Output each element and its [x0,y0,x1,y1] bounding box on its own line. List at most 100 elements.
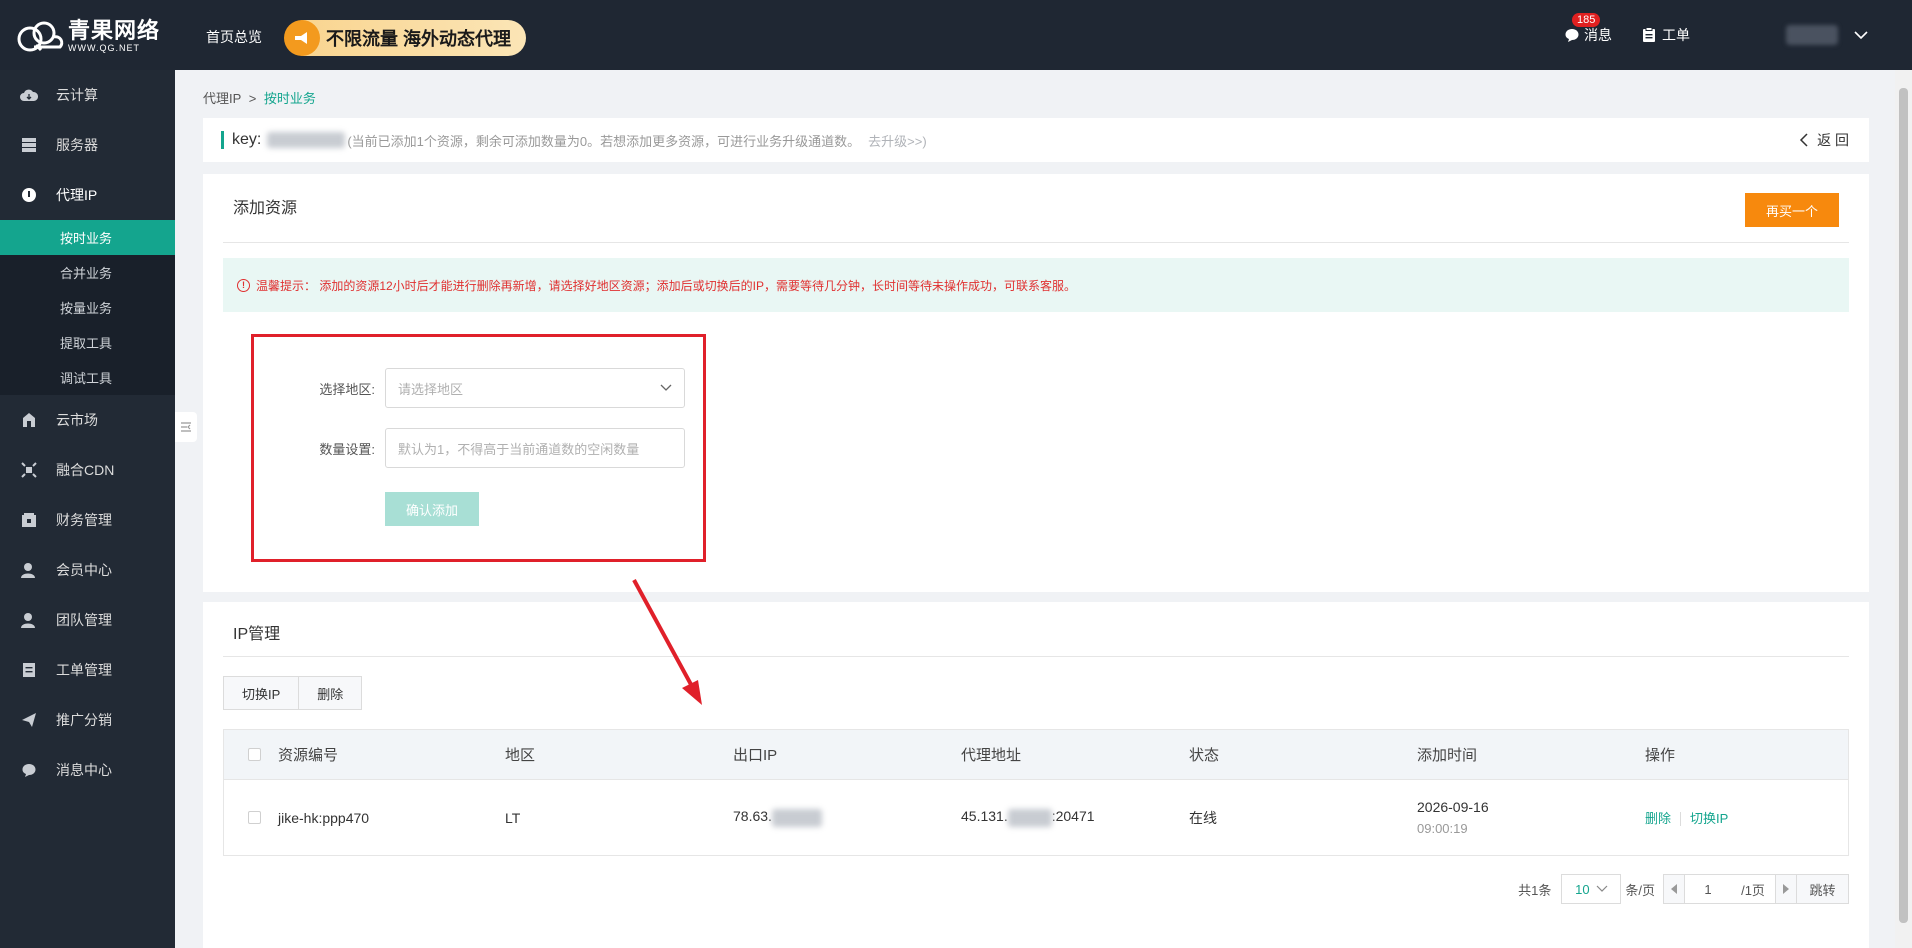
ip-actions: 切换IP 删除 [223,676,363,710]
brand-logo[interactable]: 青果网络 WWW.QG.NET [14,18,160,54]
cell-status: 在线 [1189,809,1217,826]
proxy-port: :20471 [1051,808,1095,825]
row-checkbox[interactable] [248,811,261,824]
sidebar-item-market[interactable]: 云市场 [0,395,175,445]
exit-ip-redacted [771,808,822,827]
chat-icon [20,761,38,779]
cell-region: LT [505,809,521,826]
upgrade-link[interactable]: 去升级>>) [868,131,927,150]
proxy-redacted [1007,808,1052,827]
page-scrollbar[interactable] [1895,70,1912,948]
proxy-icon [20,186,38,204]
member-icon [20,561,38,579]
key-label: key: [232,131,262,148]
breadcrumb-separator: > [248,91,257,106]
cell-id: jike-hk:ppp470 [278,809,370,826]
chevron-down-icon[interactable] [1854,28,1868,42]
buy-again-button[interactable]: 再买一个 [1745,193,1839,227]
promo-banner[interactable]: 不限流量 海外动态代理 [284,20,526,56]
proxy-prefix: 45.131. [961,808,1008,825]
region-placeholder: 请选择地区 [398,381,464,397]
breadcrumb-current: 按时业务 [263,91,316,106]
back-label: 返 回 [1817,132,1849,148]
user-name-redacted[interactable] [1786,25,1838,45]
confirm-add-button[interactable]: 确认添加 [385,492,479,526]
page-number-input[interactable]: 1 [1685,874,1731,904]
back-button[interactable]: 返 回 [1799,130,1849,150]
col-header-status: 状态 [1189,747,1220,764]
pager-per-page: 条/页 [1625,882,1655,898]
sidebar-item-label: 服务器 [56,137,98,153]
sidebar-item-label: 代理IP [56,187,98,203]
sidebar-item-label: 消息中心 [56,762,112,778]
sidebar-sub-item-extract[interactable]: 提取工具 [0,325,175,360]
next-page-button[interactable] [1775,874,1797,904]
sidebar-sub-item-usage[interactable]: 按量业务 [0,290,175,325]
logo-cloud-icon [17,21,64,52]
breadcrumb-parent[interactable]: 代理IP [203,91,241,106]
delete-button[interactable]: 删除 [299,676,363,710]
quantity-input[interactable]: 默认为1，不得高于当前通道数的空闲数量 [385,428,685,468]
sidebar-item-label: 财务管理 [56,512,112,528]
sidebar-item-proxy-ip[interactable]: 代理IP [0,170,175,220]
ip-management-card: IP管理 切换IP 删除 资源编号 地区 出口IP 代理地址 状态 添加时间 操… [203,602,1869,948]
quantity-label: 数量设置: [319,441,375,457]
sidebar-submenu-proxy: 按时业务 合并业务 按量业务 提取工具 调试工具 [0,220,175,395]
page-size-select[interactable]: 10 [1561,874,1622,904]
key-note: (当前已添加1个资源，剩余可添加数量为0。若想添加更多资源，可进行业务升级通道数… [347,133,861,149]
col-header-time: 添加时间 [1417,747,1478,764]
cell-actions: 删除 切换IP [1645,808,1795,827]
sidebar-sub-item-debug[interactable]: 调试工具 [0,360,175,395]
nav-home[interactable]: 首页总览 [206,27,262,47]
market-icon [20,411,38,429]
warning-tip: ! 温馨提示： 添加的资源12小时后才能进行删除再新增，请选择好地区资源；添加后… [223,258,1849,312]
row-delete-link[interactable]: 删除 [1645,811,1671,826]
sidebar-item-promotion[interactable]: 推广分销 [0,695,175,745]
cdn-icon [20,461,38,479]
server-icon [20,136,38,154]
col-header-proxy: 代理地址 [961,747,1022,764]
row-switch-ip-link[interactable]: 切换IP [1690,811,1728,826]
sidebar-item-cloud[interactable]: 云计算 [0,70,175,120]
scrollbar-thumb[interactable] [1899,88,1908,923]
page-size-value: 10 [1575,881,1590,897]
sidebar-item-messages[interactable]: 消息中心 [0,745,175,795]
sidebar-item-member[interactable]: 会员中心 [0,545,175,595]
cell-proxy: 45.131. :20471 [961,808,1189,827]
sidebar-item-tickets[interactable]: 工单管理 [0,645,175,695]
sidebar-sub-item-hourly[interactable]: 按时业务 [0,220,175,255]
sidebar-item-cdn[interactable]: 融合CDN [0,445,175,495]
cloud-icon [20,86,38,104]
pager-total: 共1条 [1518,882,1552,898]
sidebar-item-label: 团队管理 [56,612,112,628]
messages-button[interactable]: 185 消息 [1564,13,1612,45]
sidebar-item-server[interactable]: 服务器 [0,120,175,170]
select-all-checkbox[interactable] [248,748,261,761]
jump-button[interactable]: 跳转 [1797,874,1849,904]
send-icon [20,711,38,729]
sidebar-sub-item-merge[interactable]: 合并业务 [0,255,175,290]
sidebar-item-team[interactable]: 团队管理 [0,595,175,645]
chat-icon [1565,29,1579,42]
region-select[interactable]: 请选择地区 [385,368,685,408]
key-bar-accent [221,131,224,149]
sidebar: 云计算 服务器 代理IP 按时业务 合并业务 按量业务 提取工具 调试工具 云市… [0,70,175,948]
exit-ip-prefix: 78.63. [733,808,772,825]
messages-badge: 185 [1572,13,1601,27]
switch-ip-button[interactable]: 切换IP [223,676,300,710]
divider [223,656,1849,657]
key-value-redacted [267,132,346,148]
sidebar-item-label: 云计算 [56,87,98,103]
megaphone-icon [284,20,320,56]
cell-time: 2026-09-16 09:00:19 [1417,799,1645,836]
brand-url: WWW.QG.NET [68,42,140,53]
sidebar-item-finance[interactable]: 财务管理 [0,495,175,545]
table-row: jike-hk:ppp470 LT 78.63. 45.131. :20471 在… [224,779,1848,855]
prev-page-button[interactable] [1663,874,1685,904]
main-content: 代理IP > 按时业务 key: (当前已添加1个资源，剩余可添加数量为0。若想… [175,70,1895,948]
add-resource-title: 添加资源 [233,200,298,217]
sidebar-item-label: 融合CDN [56,462,115,478]
cell-date: 2026-09-16 [1417,799,1489,815]
ticket-button[interactable]: 工单 [1642,25,1690,45]
finance-icon [20,511,38,529]
